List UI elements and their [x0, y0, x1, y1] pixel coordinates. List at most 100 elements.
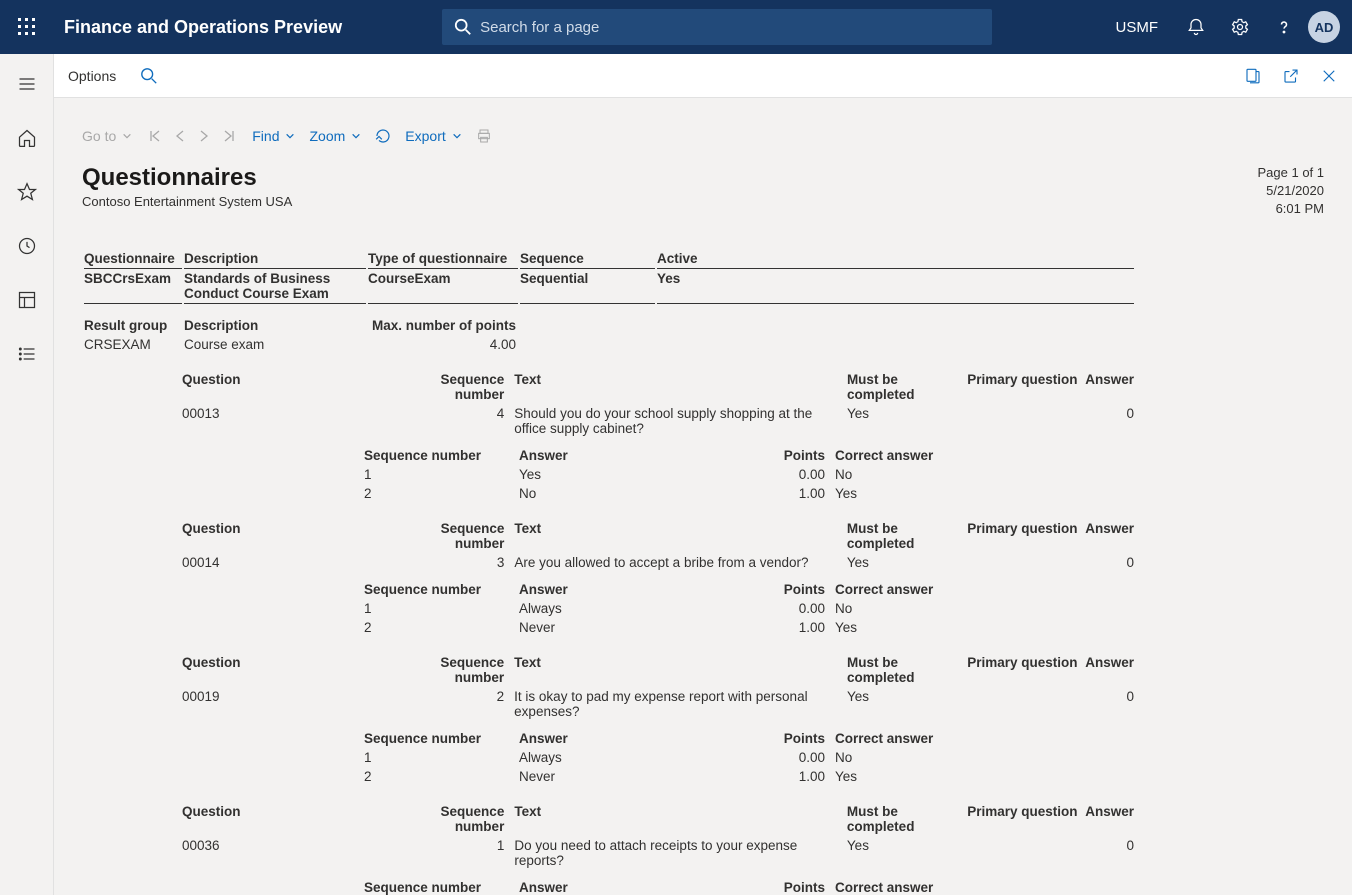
workspaces-icon[interactable] [7, 280, 47, 320]
goto-label: Go to [82, 128, 116, 144]
settings-icon[interactable] [1220, 7, 1260, 47]
options-menu[interactable]: Options [68, 68, 116, 84]
col-question: Question [182, 804, 435, 836]
col-ans-pts: Points [783, 448, 825, 465]
col-active: Active [657, 251, 1134, 269]
col-ans-pts: Points [783, 880, 825, 895]
answer-correct: Yes [827, 769, 950, 786]
resgroup-id: CRSEXAM [84, 337, 182, 354]
answer-correct: No [827, 750, 950, 767]
find-label: Find [252, 128, 279, 144]
col-primaryq: Primary question [967, 655, 1083, 687]
refresh-icon[interactable] [375, 128, 391, 144]
question-id: 00014 [182, 555, 435, 572]
answers-header: Sequence number Answer Points Correct an… [364, 880, 950, 895]
answer-seq: 2 [364, 620, 517, 637]
col-answer: Answer [1085, 372, 1134, 404]
question-header: Question Sequence number Text Must be co… [182, 655, 1134, 687]
question-row: 00036 1 Do you need to attach receipts t… [182, 838, 1134, 870]
answer-points: 1.00 [783, 486, 825, 503]
find-dropdown[interactable]: Find [252, 128, 295, 144]
close-icon[interactable] [1320, 67, 1338, 85]
question-seq: 1 [437, 838, 512, 870]
q-type: CourseExam [368, 271, 518, 304]
search-input[interactable] [480, 19, 980, 36]
report-title: Questionnaires [82, 164, 292, 192]
answer-text: Never [519, 769, 781, 786]
report-body: Questionnaire Description Type of questi… [72, 249, 1334, 895]
question-row: 00019 2 It is okay to pad my expense rep… [182, 689, 1134, 721]
action-bar: Options [54, 54, 1352, 98]
last-page-icon[interactable] [220, 129, 238, 143]
question-text: Should you do your school supply shoppin… [514, 406, 845, 438]
hamburger-icon[interactable] [7, 64, 47, 104]
chevron-down-icon [285, 131, 295, 141]
help-icon[interactable] [1264, 7, 1304, 47]
col-resgroup: Result group [84, 318, 182, 335]
col-ans-seq: Sequence number [364, 880, 517, 895]
col-ans-text: Answer [519, 880, 781, 895]
question-text: Are you allowed to accept a bribe from a… [514, 555, 845, 572]
col-mustcomplete: Must be completed [847, 372, 965, 404]
answer-points: 1.00 [783, 620, 825, 637]
question-answer: 0 [1085, 555, 1134, 572]
question-must: Yes [847, 689, 965, 721]
company-picker[interactable]: USMF [1102, 19, 1173, 36]
popout-icon[interactable] [1282, 67, 1300, 85]
resgroup-desc: Course exam [184, 337, 366, 354]
question-block: Question Sequence number Text Must be co… [180, 802, 1324, 895]
answer-correct: Yes [827, 486, 950, 503]
favorites-icon[interactable] [7, 172, 47, 212]
user-avatar[interactable]: AD [1308, 11, 1340, 43]
page-search-icon[interactable] [140, 67, 158, 85]
modules-icon[interactable] [7, 334, 47, 374]
col-questionnaire: Questionnaire [84, 251, 182, 269]
search-icon [454, 18, 472, 36]
col-ans-pts: Points [783, 582, 825, 599]
col-sequence: Sequence [520, 251, 655, 269]
answer-correct: No [827, 601, 950, 618]
question-text: Do you need to attach receipts to your e… [514, 838, 845, 870]
print-icon[interactable] [476, 128, 492, 144]
answer-points: 1.00 [783, 769, 825, 786]
col-answer: Answer [1085, 521, 1134, 553]
report-time: 6:01 PM [1258, 200, 1325, 218]
report-header: Questionnaires Contoso Entertainment Sys… [72, 164, 1334, 219]
recent-icon[interactable] [7, 226, 47, 266]
page-nav [146, 129, 238, 143]
answer-text: Yes [519, 467, 781, 484]
first-page-icon[interactable] [146, 129, 164, 143]
export-dropdown[interactable]: Export [405, 128, 461, 144]
export-label: Export [405, 128, 445, 144]
question-text: It is okay to pad my expense report with… [514, 689, 845, 721]
app-launcher-icon[interactable] [0, 0, 54, 54]
zoom-dropdown[interactable]: Zoom [309, 128, 361, 144]
col-answer: Answer [1085, 804, 1134, 836]
answer-row: 1 Always 0.00 No [364, 750, 950, 767]
col-type: Type of questionnaire [368, 251, 518, 269]
next-page-icon[interactable] [196, 129, 212, 143]
notifications-icon[interactable] [1176, 7, 1216, 47]
prev-page-icon[interactable] [172, 129, 188, 143]
answer-row: 2 Never 1.00 Yes [364, 769, 950, 786]
questionnaire-row: SBCCrsExam Standards of Business Conduct… [84, 271, 1134, 304]
question-header: Question Sequence number Text Must be co… [182, 372, 1134, 404]
question-header: Question Sequence number Text Must be co… [182, 521, 1134, 553]
home-icon[interactable] [7, 118, 47, 158]
col-text: Text [514, 804, 845, 836]
top-nav: Finance and Operations Preview USMF AD [0, 0, 1352, 54]
goto-dropdown[interactable]: Go to [82, 128, 132, 144]
chevron-down-icon [452, 131, 462, 141]
col-seqno: Sequence number [437, 655, 512, 687]
question-block: Question Sequence number Text Must be co… [180, 370, 1324, 505]
answer-points: 0.00 [783, 601, 825, 618]
q-active: Yes [657, 271, 1134, 304]
question-block: Question Sequence number Text Must be co… [180, 653, 1324, 788]
attach-icon[interactable] [1244, 67, 1262, 85]
page-info: Page 1 of 1 [1258, 164, 1325, 182]
answer-correct: No [827, 467, 950, 484]
col-primaryq: Primary question [967, 521, 1083, 553]
left-rail [0, 54, 54, 895]
answer-row: 1 Always 0.00 No [364, 601, 950, 618]
global-search[interactable] [442, 9, 992, 45]
